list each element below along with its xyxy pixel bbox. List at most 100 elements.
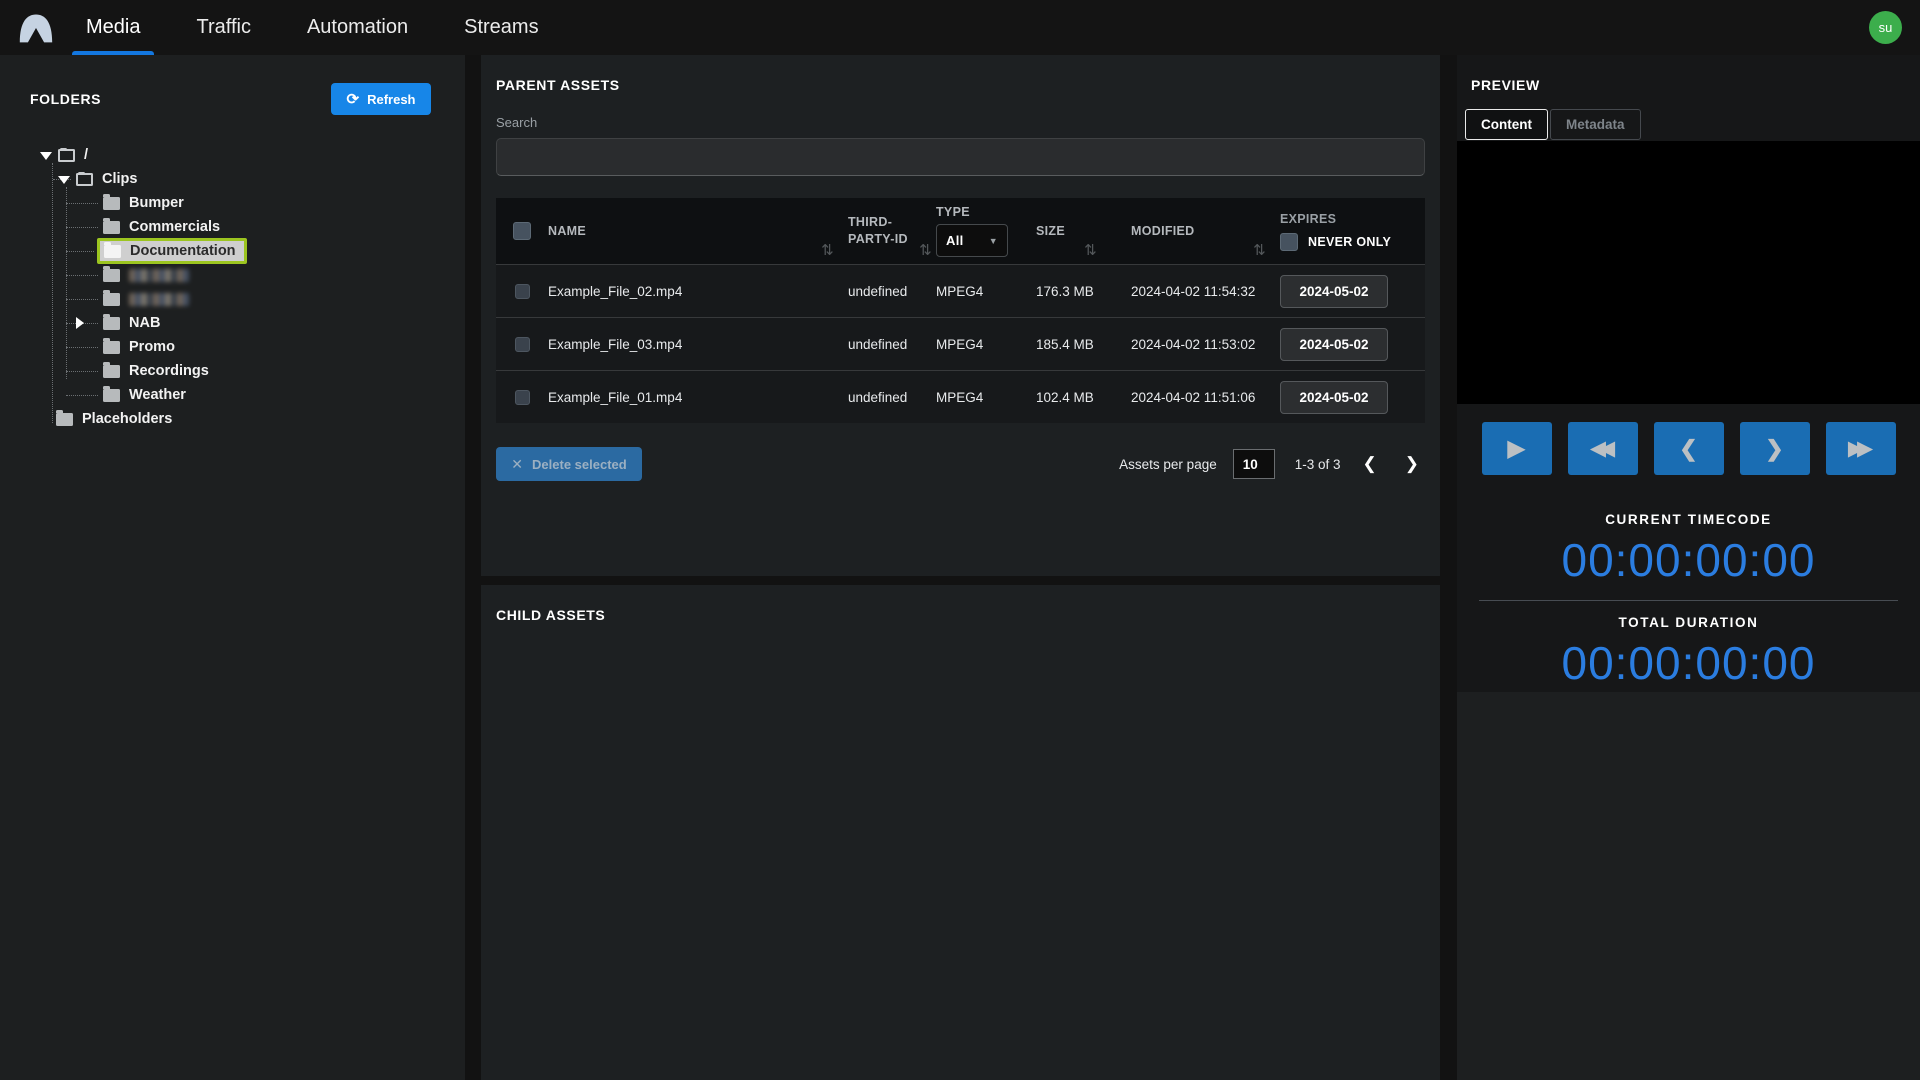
- expires-date-button[interactable]: 2024-05-02: [1280, 274, 1388, 308]
- row-checkbox[interactable]: [514, 389, 530, 405]
- tree-connector: [66, 251, 94, 252]
- type-filter-select[interactable]: All ▼: [936, 224, 1008, 257]
- folder-icon: [103, 265, 120, 282]
- expand-arrow-icon[interactable]: [40, 152, 52, 160]
- tree-connector: [66, 299, 98, 300]
- fast-forward-button[interactable]: ▶▶: [1825, 422, 1896, 475]
- row-checkbox[interactable]: [514, 283, 530, 299]
- rewind-button[interactable]: ◀◀: [1567, 422, 1638, 475]
- step-back-button[interactable]: ❮: [1653, 422, 1724, 475]
- tree-item-documentation[interactable]: Documentation: [0, 238, 247, 264]
- asset-name[interactable]: Example_File_02.mp4: [548, 284, 848, 299]
- tab-metadata-label: Metadata: [1566, 117, 1625, 132]
- video-preview-area[interactable]: [1457, 141, 1920, 404]
- nav-tab-automation[interactable]: Automation: [293, 0, 422, 55]
- child-assets-title: CHILD ASSETS: [496, 607, 606, 623]
- tree-item-label: Bumper: [129, 195, 184, 211]
- expires-date-button[interactable]: 2024-05-02: [1280, 380, 1388, 414]
- nav-tab-media-label: Media: [86, 16, 141, 38]
- asset-modified: 2024-04-02 11:51:06: [1131, 389, 1256, 405]
- tree-item-label: Clips: [102, 171, 138, 187]
- expires-date-button[interactable]: 2024-05-02: [1280, 327, 1388, 361]
- nav-tab-traffic[interactable]: Traffic: [182, 0, 264, 55]
- type-filter-value: All: [946, 233, 964, 248]
- assets-per-page-label: Assets per page: [1119, 456, 1217, 472]
- sort-third-party-icon[interactable]: ⇅: [919, 241, 932, 259]
- never-only-checkbox[interactable]: [1280, 232, 1298, 251]
- parent-assets-title: PARENT ASSETS: [496, 77, 620, 93]
- tree-item-placeholders[interactable]: Placeholders: [0, 407, 172, 431]
- table-footer: ✕ Delete selected Assets per page 1-3 of…: [496, 447, 1425, 481]
- asset-name[interactable]: Example_File_03.mp4: [548, 337, 848, 352]
- tree-item-recordings[interactable]: Recordings: [0, 359, 209, 383]
- sort-name-icon[interactable]: ⇅: [821, 241, 834, 259]
- tree-item-label: Documentation: [130, 243, 236, 259]
- folder-icon: [104, 241, 121, 258]
- column-type-label: TYPE: [936, 205, 970, 219]
- tree-item-bumper[interactable]: Bumper: [0, 191, 184, 215]
- current-timecode-value: 00:00:00:00: [1561, 534, 1816, 586]
- redacted-folder-label: [129, 292, 189, 306]
- tree-item-label: /: [84, 147, 89, 163]
- tree-connector: [66, 347, 98, 348]
- tab-content[interactable]: Content: [1465, 109, 1548, 140]
- tab-metadata[interactable]: Metadata: [1550, 109, 1641, 140]
- tree-item-label: Placeholders: [82, 411, 173, 427]
- folder-icon: [76, 171, 93, 186]
- search-input[interactable]: [496, 138, 1425, 176]
- sort-size-icon[interactable]: ⇅: [1084, 241, 1097, 259]
- tree-item-redacted[interactable]: [0, 263, 189, 287]
- play-icon: ▶: [1507, 434, 1526, 462]
- asset-third-party-id: undefined: [848, 336, 908, 352]
- divider: [1479, 600, 1898, 601]
- row-checkbox[interactable]: [514, 336, 530, 352]
- current-timecode-label: CURRENT TIMECODE: [1605, 512, 1772, 527]
- column-size-label: SIZE: [1036, 224, 1065, 238]
- search-label: Search: [496, 115, 538, 130]
- app-logo[interactable]: [0, 0, 72, 55]
- column-expires-label: EXPIRES: [1280, 211, 1337, 226]
- tree-item-weather[interactable]: Weather: [0, 383, 186, 407]
- column-modified-label: MODIFIED: [1131, 224, 1195, 238]
- select-all-checkbox[interactable]: [513, 222, 531, 240]
- delete-x-icon: ✕: [511, 455, 524, 472]
- folder-tree: / Clips Bumper Commercials Documentation…: [0, 143, 465, 563]
- nav-tab-media[interactable]: Media: [72, 0, 155, 55]
- step-forward-button[interactable]: ❯: [1739, 422, 1810, 475]
- refresh-button[interactable]: ⟳ Refresh: [331, 83, 431, 115]
- tree-item-root[interactable]: /: [0, 143, 88, 167]
- play-button[interactable]: ▶: [1481, 422, 1552, 475]
- refresh-icon: ⟳: [346, 90, 360, 108]
- table-header: NAME ⇅ THIRD-PARTY-ID ⇅ TYPE All ▼ SIZE …: [496, 198, 1425, 264]
- asset-name[interactable]: Example_File_01.mp4: [548, 390, 848, 405]
- tree-item-nab[interactable]: NAB: [0, 311, 160, 335]
- sort-modified-icon[interactable]: ⇅: [1253, 241, 1266, 259]
- tree-connector: [66, 275, 98, 276]
- expand-arrow-icon[interactable]: [58, 176, 70, 184]
- folder-icon: [103, 385, 120, 402]
- nav-tab-streams[interactable]: Streams: [450, 0, 552, 55]
- tree-connector: [66, 227, 98, 228]
- table-row[interactable]: Example_File_02.mp4 undefined MPEG4 176.…: [496, 264, 1425, 317]
- asset-third-party-id: undefined: [848, 389, 908, 405]
- expand-arrow-icon[interactable]: [76, 317, 84, 329]
- delete-selected-button[interactable]: ✕ Delete selected: [496, 447, 642, 481]
- delete-selected-label: Delete selected: [532, 456, 627, 472]
- tree-item-redacted[interactable]: [0, 287, 189, 311]
- refresh-label: Refresh: [367, 91, 416, 107]
- table-row[interactable]: Example_File_01.mp4 undefined MPEG4 102.…: [496, 370, 1425, 423]
- selected-folder-highlight: Documentation: [97, 238, 247, 264]
- tree-connector: [66, 395, 98, 396]
- page-previous-icon[interactable]: ❮: [1357, 450, 1383, 478]
- assets-per-page-input[interactable]: [1232, 449, 1275, 479]
- table-row[interactable]: Example_File_03.mp4 undefined MPEG4 185.…: [496, 317, 1425, 370]
- tree-item-commercials[interactable]: Commercials: [0, 215, 220, 239]
- step-forward-icon: ❯: [1765, 435, 1784, 461]
- page-next-icon[interactable]: ❯: [1399, 450, 1425, 478]
- tree-item-promo[interactable]: Promo: [0, 335, 175, 359]
- rewind-icon: ◀◀: [1589, 437, 1615, 460]
- user-avatar[interactable]: su: [1869, 11, 1902, 44]
- nav-tab-traffic-label: Traffic: [196, 16, 251, 38]
- tree-item-clips[interactable]: Clips: [0, 167, 137, 191]
- tree-item-label: Commercials: [129, 219, 221, 235]
